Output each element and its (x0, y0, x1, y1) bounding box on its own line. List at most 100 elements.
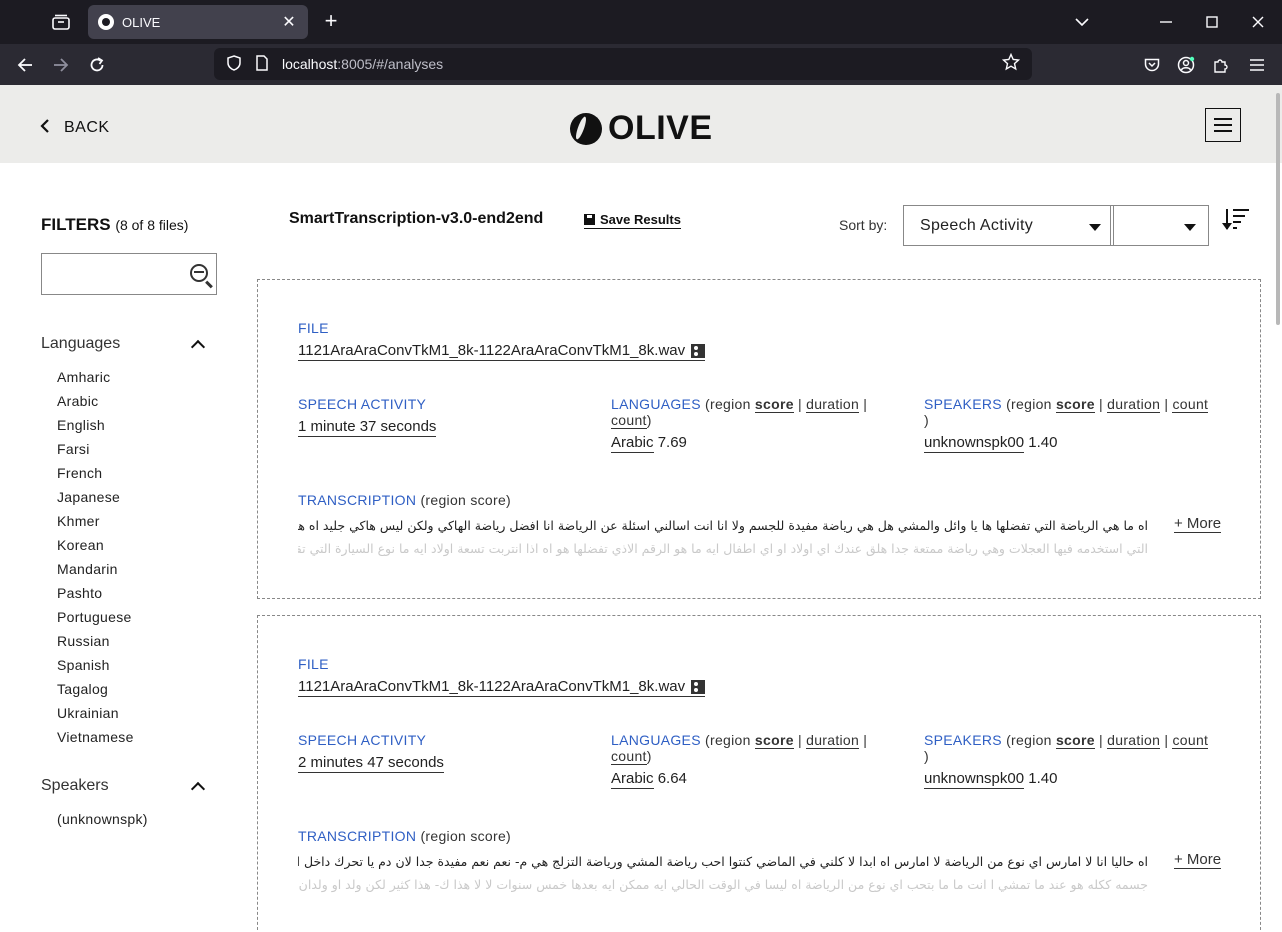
sort-option-score[interactable]: score (754, 732, 794, 749)
audio-file-icon[interactable] (691, 679, 706, 694)
sort-option-score[interactable]: score (1055, 396, 1095, 413)
transcription-label: TRANSCRIPTION (298, 492, 417, 508)
separator: | (1160, 732, 1173, 748)
speaker-filter-item[interactable]: (unknownspk) (57, 807, 221, 831)
language-filter-item[interactable]: English (57, 413, 221, 437)
maximize-icon[interactable] (1197, 10, 1227, 34)
reload-icon[interactable] (84, 52, 110, 78)
more-button[interactable]: + More (1174, 851, 1222, 869)
language-filter-item[interactable]: Japanese (57, 485, 221, 509)
close-window-icon[interactable] (1243, 10, 1273, 34)
minimize-icon[interactable] (1151, 10, 1181, 34)
sort-by-value: Speech Activity (920, 216, 1033, 234)
transcription-line-faded: جسمه ككله هو عند ما تمشي ا انت ما ما بتح… (298, 877, 1148, 892)
language-score: 6.64 (657, 770, 687, 787)
sort-direction-icon[interactable] (1222, 207, 1252, 235)
bookmark-star-icon[interactable] (1001, 52, 1021, 76)
sort-option-duration[interactable]: duration (806, 732, 860, 749)
forward-arrow-icon[interactable] (48, 52, 74, 78)
transcription-line-faded: التي استخدمه فيها العجلات وهي رياضة ممتع… (298, 541, 1148, 556)
language-filter-item[interactable]: Khmer (57, 509, 221, 533)
language-filter-item[interactable]: Portuguese (57, 605, 221, 629)
speakers-section-header[interactable]: Speakers (41, 777, 221, 796)
pocket-icon[interactable] (1139, 52, 1165, 78)
sort-option-count[interactable]: count (1172, 396, 1209, 413)
page-scrollbar[interactable] (1276, 93, 1280, 325)
browser-titlebar: OLIVE ✕ + (0, 0, 1282, 44)
extensions-puzzle-icon[interactable] (1208, 52, 1234, 78)
language-filter-item[interactable]: Korean (57, 533, 221, 557)
account-icon[interactable] (1173, 52, 1199, 78)
languages-section-header[interactable]: Languages (41, 335, 221, 354)
back-button[interactable]: BACK (40, 117, 110, 138)
language-filter-item[interactable]: French (57, 461, 221, 485)
transcription-paren: (region score) (420, 828, 512, 844)
speaker-name[interactable]: unknownspk00 (924, 434, 1025, 453)
file-name-link[interactable]: 1121AraAraConvTkM1_8k-1122AraAraConvTkM1… (298, 678, 706, 697)
language-filter-item[interactable]: Pashto (57, 581, 221, 605)
analysis-name: SmartTranscription-v3.0-end2end (289, 210, 544, 227)
url-bar[interactable]: localhost:8005/#/analyses (214, 48, 1032, 80)
sort-option-duration[interactable]: duration (1107, 396, 1161, 413)
language-list: Amharic Arabic English Farsi French Japanese K… (41, 365, 221, 749)
language-name[interactable]: Arabic (611, 434, 654, 453)
url-text[interactable]: localhost:8005/#/analyses (282, 56, 1002, 72)
save-results-label: Save Results (600, 212, 681, 227)
languages-column: LANGUAGES (region score | duration | cou… (611, 396, 901, 453)
language-filter-item[interactable]: Vietnamese (57, 725, 221, 749)
sort-option-count[interactable]: count (1172, 732, 1209, 749)
speakers-title: Speakers (41, 777, 109, 794)
filter-search-box[interactable] (41, 253, 217, 295)
language-filter-item[interactable]: Tagalog (57, 677, 221, 701)
sort-option-count[interactable]: count (611, 412, 647, 429)
result-card: FILE 1121AraAraConvTkM1_8k-1122AraAraCon… (257, 279, 1261, 599)
hamburger-menu-button[interactable] (1205, 108, 1241, 142)
language-filter-item[interactable]: Ukrainian (57, 701, 221, 725)
back-arrow-icon[interactable] (12, 52, 38, 78)
chevron-up-icon[interactable] (190, 339, 206, 354)
browser-navbar: localhost:8005/#/analyses (0, 44, 1282, 85)
shield-icon[interactable] (226, 54, 242, 74)
file-name-link[interactable]: 1121AraAraConvTkM1_8k-1122AraAraConvTkM1… (298, 342, 706, 361)
tab-list-icon[interactable] (48, 10, 74, 34)
language-filter-item[interactable]: Farsi (57, 437, 221, 461)
save-results-button[interactable]: Save Results (584, 212, 681, 229)
sort-option-count[interactable]: count (611, 748, 647, 765)
languages-label-row: LANGUAGES (region score | duration | cou… (611, 732, 901, 765)
close-tab-icon[interactable]: ✕ (280, 12, 298, 32)
separator: | (1094, 396, 1108, 412)
new-tab-plus-icon[interactable]: + (318, 10, 344, 34)
sort-by-select[interactable]: Speech Activity (903, 205, 1114, 246)
logo-text: OLIVE (608, 109, 713, 147)
app-menu-icon[interactable] (1244, 52, 1270, 78)
language-filter-item[interactable]: Spanish (57, 653, 221, 677)
language-filter-item[interactable]: Arabic (57, 389, 221, 413)
speaker-name[interactable]: unknownspk00 (924, 770, 1025, 789)
zoom-in-search-icon[interactable] (190, 264, 208, 282)
language-name[interactable]: Arabic (611, 770, 654, 789)
list-all-tabs-chevron-icon[interactable] (1067, 10, 1097, 34)
speech-activity-value[interactable]: 1 minute 37 seconds (298, 418, 437, 437)
language-filter-item[interactable]: Amharic (57, 365, 221, 389)
floppy-disk-icon (584, 214, 595, 225)
language-filter-item[interactable]: Mandarin (57, 557, 221, 581)
sort-option-duration[interactable]: duration (806, 396, 860, 413)
sort-option-score[interactable]: score (754, 396, 794, 413)
paren-open: (region (1006, 396, 1056, 412)
file-label: FILE (298, 656, 329, 672)
speech-activity-value[interactable]: 2 minutes 47 seconds (298, 754, 444, 773)
language-filter-item[interactable]: Russian (57, 629, 221, 653)
speakers-label: SPEAKERS (924, 732, 1002, 748)
sort-option-duration[interactable]: duration (1107, 732, 1161, 749)
filter-search-input[interactable] (42, 254, 182, 294)
sort-secondary-select[interactable] (1110, 205, 1209, 246)
speakers-label-row: SPEAKERS (region score | duration | coun… (924, 732, 1224, 764)
browser-tab-olive[interactable]: OLIVE ✕ (88, 5, 308, 39)
paren-close: ) (646, 412, 652, 428)
audio-file-icon[interactable] (691, 343, 706, 358)
languages-column: LANGUAGES (region score | duration | cou… (611, 732, 901, 789)
chevron-up-icon[interactable] (190, 781, 206, 796)
more-button[interactable]: + More (1174, 515, 1222, 533)
sort-option-score[interactable]: score (1055, 732, 1095, 749)
page-info-icon[interactable] (254, 54, 270, 74)
